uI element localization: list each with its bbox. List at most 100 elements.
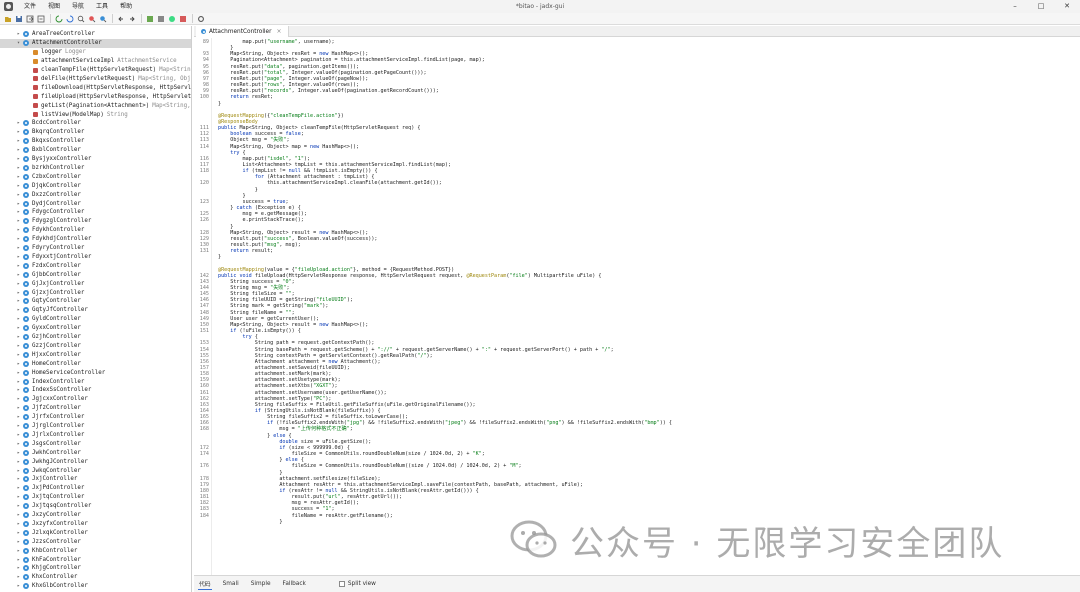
expand-toggle-icon[interactable]: ▸	[16, 272, 21, 278]
expand-toggle-icon[interactable]: ▸	[16, 503, 21, 509]
view-tab-3[interactable]: Fallback	[282, 580, 307, 588]
tree-class-item[interactable]: ▸ JwkhgJController	[0, 457, 191, 466]
export-button[interactable]	[25, 14, 34, 23]
close-button[interactable]: ✕	[1054, 0, 1080, 13]
view-tab-2[interactable]: Simple	[250, 580, 272, 588]
tree-class-item[interactable]: ▸ FdyxxtjController	[0, 253, 191, 262]
tree-class-item[interactable]: ▸ FdykhController	[0, 226, 191, 235]
expand-toggle-icon[interactable]: ▸	[16, 352, 21, 358]
expand-toggle-icon[interactable]: ▸	[16, 557, 21, 563]
expand-toggle-icon[interactable]: ▸	[16, 485, 21, 491]
tree-class-item[interactable]: ▸ DxzzController	[0, 190, 191, 199]
decompile-button[interactable]	[156, 14, 165, 23]
expand-toggle-icon[interactable]: ▸	[16, 387, 21, 393]
tree-class-item[interactable]: ▸ GzzjController	[0, 342, 191, 351]
expand-toggle-icon[interactable]: ▸	[16, 290, 21, 296]
next-button[interactable]	[127, 14, 136, 23]
class-tree[interactable]: ▸ AreaTreeController ▾ AttachmentController…	[0, 26, 192, 592]
expand-toggle-icon[interactable]: ▸	[16, 468, 21, 474]
tree-class-item[interactable]: ▸ JjrfxController	[0, 413, 191, 422]
tree-class-item[interactable]: ▸ HomeServiceController	[0, 368, 191, 377]
expand-toggle-icon[interactable]: ▸	[16, 227, 21, 233]
expand-toggle-icon[interactable]: ▸	[16, 307, 21, 313]
tree-class-item[interactable]: ▸ DydjController	[0, 199, 191, 208]
tree-class-item[interactable]: ▸ JwkhController	[0, 448, 191, 457]
tree-class-item[interactable]: ▸ KhbController	[0, 546, 191, 555]
expand-toggle-icon[interactable]: ▸	[16, 432, 21, 438]
tab-attachment-controller[interactable]: AttachmentController ×	[196, 26, 289, 37]
tree-class-item[interactable]: ▸ bzrkhController	[0, 164, 191, 173]
tree-class-item[interactable]: ▸ BcdcController	[0, 119, 191, 128]
sync-button[interactable]	[54, 14, 63, 23]
expand-toggle-icon[interactable]: ▸	[16, 325, 21, 331]
tree-member-item[interactable]: fileDownload(HttpServletResponse, HttpSe…	[0, 83, 191, 92]
tree-class-item[interactable]: ▸ KhjgController	[0, 564, 191, 573]
tree-class-item[interactable]: ▸ BkqxsController	[0, 137, 191, 146]
tree-class-item[interactable]: ▸ AreaTreeController	[0, 30, 191, 39]
tree-class-item[interactable]: ▸ JzlxqkController	[0, 528, 191, 537]
tree-class-item[interactable]: ▾ AttachmentController	[0, 38, 191, 48]
expand-toggle-icon[interactable]: ▸	[16, 120, 21, 126]
log-button[interactable]	[178, 14, 187, 23]
tree-class-item[interactable]: ▸ DjqkController	[0, 181, 191, 190]
expand-toggle-icon[interactable]: ▸	[16, 530, 21, 536]
expand-toggle-icon[interactable]: ▸	[16, 147, 21, 153]
expand-toggle-icon[interactable]: ▸	[16, 316, 21, 322]
expand-toggle-icon[interactable]: ▸	[16, 379, 21, 385]
expand-toggle-icon[interactable]: ▸	[16, 512, 21, 518]
expand-toggle-icon[interactable]: ▸	[16, 396, 21, 402]
tree-class-item[interactable]: ▸ GqtyController	[0, 297, 191, 306]
search-text-button[interactable]	[98, 14, 107, 23]
tree-class-item[interactable]: ▸ GyxxController	[0, 324, 191, 333]
tree-class-item[interactable]: ▸ GjbbController	[0, 270, 191, 279]
code-editor[interactable]: 89 map.put("username", username); } 93 Ma…	[194, 38, 1080, 575]
maximize-button[interactable]: □	[1028, 0, 1054, 13]
collapse-button[interactable]	[36, 14, 45, 23]
expand-toggle-icon[interactable]: ▸	[16, 192, 21, 198]
menu-item-4[interactable]: 帮助	[114, 0, 138, 13]
tree-class-item[interactable]: ▸ KhxController	[0, 573, 191, 582]
expand-toggle-icon[interactable]: ▸	[16, 174, 21, 180]
expand-toggle-icon[interactable]: ▸	[16, 236, 21, 242]
expand-toggle-icon[interactable]: ▸	[16, 209, 21, 215]
tree-class-item[interactable]: ▸ BkqrqController	[0, 128, 191, 137]
tree-class-item[interactable]: ▸ GzjhController	[0, 333, 191, 342]
expand-toggle-icon[interactable]: ▸	[16, 521, 21, 527]
android-button[interactable]	[167, 14, 176, 23]
expand-toggle-icon[interactable]: ▸	[16, 476, 21, 482]
expand-toggle-icon[interactable]: ▸	[16, 423, 21, 429]
view-tab-1[interactable]: Smali	[222, 580, 240, 588]
tree-member-item[interactable]: logger Logger	[0, 48, 191, 57]
expand-toggle-icon[interactable]: ▸	[16, 281, 21, 287]
tree-class-item[interactable]: ▸ KhxGlbController	[0, 582, 191, 591]
expand-toggle-icon[interactable]: ▸	[16, 156, 21, 162]
tree-member-item[interactable]: cleanTempFile(HttpServletRequest) Map<Str…	[0, 66, 191, 75]
tree-class-item[interactable]: ▸ JzzsController	[0, 537, 191, 546]
expand-toggle-icon[interactable]: ▸	[16, 459, 21, 465]
expand-toggle-icon[interactable]: ▸	[16, 414, 21, 420]
tree-class-item[interactable]: ▸ JwkqController	[0, 466, 191, 475]
tree-class-item[interactable]: ▸ JgjcxxController	[0, 395, 191, 404]
minimize-button[interactable]: –	[1002, 0, 1028, 13]
tree-class-item[interactable]: ▸ GyldController	[0, 315, 191, 324]
tree-class-item[interactable]: ▸ CzbxController	[0, 172, 191, 181]
tree-class-item[interactable]: ▸ JjrlxController	[0, 431, 191, 440]
settings-button[interactable]	[196, 14, 205, 23]
mark-button[interactable]	[145, 14, 154, 23]
tree-class-item[interactable]: ▸ JxjController	[0, 475, 191, 484]
expand-toggle-icon[interactable]: ▸	[16, 565, 21, 571]
expand-toggle-icon[interactable]: ▸	[16, 218, 21, 224]
tree-class-item[interactable]: ▸ JsgsController	[0, 439, 191, 448]
menu-item-1[interactable]: 视图	[42, 0, 66, 13]
expand-toggle-icon[interactable]: ▸	[16, 494, 21, 500]
tree-class-item[interactable]: ▸ JxjtqController	[0, 493, 191, 502]
expand-toggle-icon[interactable]: ▸	[16, 450, 21, 456]
save-button[interactable]	[14, 14, 23, 23]
expand-toggle-icon[interactable]: ▸	[16, 183, 21, 189]
tree-class-item[interactable]: ▸ GjJxjController	[0, 279, 191, 288]
split-view-checkbox[interactable]	[338, 581, 345, 587]
tree-class-item[interactable]: ▸ FdykhdjController	[0, 235, 191, 244]
tree-class-item[interactable]: ▸ HomeController	[0, 359, 191, 368]
tree-class-item[interactable]: ▸ JxjPdController	[0, 484, 191, 493]
tree-class-item[interactable]: ▸ FdyryController	[0, 244, 191, 253]
